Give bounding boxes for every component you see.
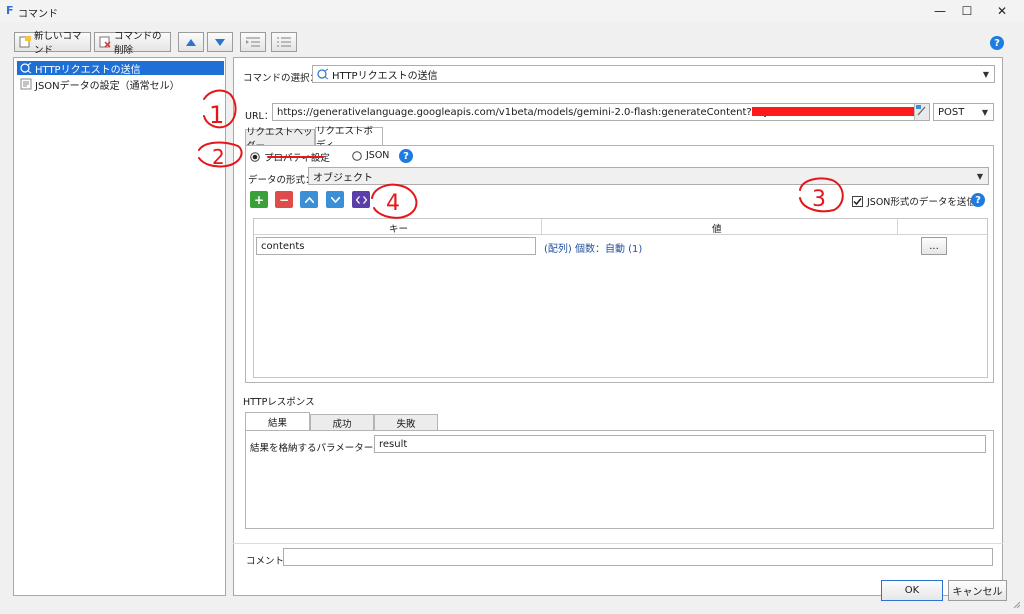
annotation-number-3: 3 [812,187,826,212]
annotation-number-1: 1 [209,101,224,129]
annotation-number-2: 2 [212,145,225,169]
annotation-number-4: 4 [386,191,400,216]
annotation-circles [198,89,844,219]
annotation-layer: 1 2 3 4 [198,89,844,219]
